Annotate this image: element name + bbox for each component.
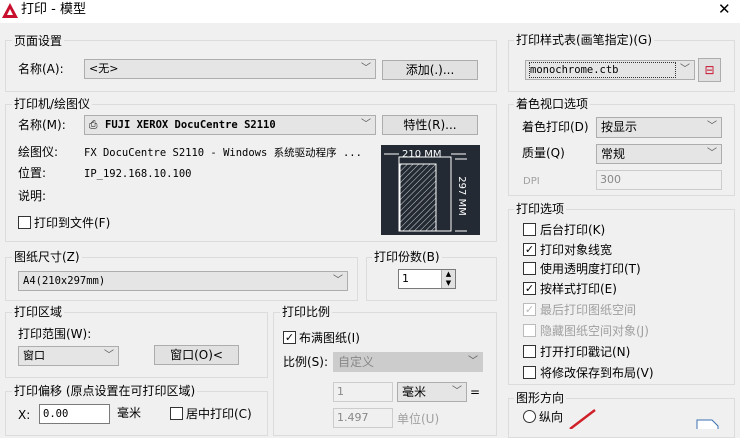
print-to-file-label: 打印到文件(F) — [34, 216, 111, 230]
scale-value2-input[interactable]: 1.497 — [333, 408, 393, 428]
plot-option-label: 后台打印(K) — [540, 223, 606, 237]
page-setup-name-label: 名称(A): — [18, 62, 64, 76]
plot-option-label: 按样式打印(E) — [540, 282, 617, 296]
window-button[interactable]: 窗口(O)< — [154, 345, 239, 365]
properties-button[interactable]: 特性(R)... — [382, 115, 478, 135]
plot-area-title: 打印区域 — [12, 305, 65, 319]
plot-range-label: 打印范围(W): — [18, 327, 92, 341]
plot-option-label: 使用透明度打印(T) — [540, 262, 641, 276]
dpi-input[interactable]: 300 — [596, 170, 722, 190]
plot-range-select[interactable]: 窗口 ﹀ — [18, 346, 119, 366]
quality-select[interactable]: 常规 ﹀ — [596, 144, 722, 164]
preview-width: 210 MM — [402, 149, 442, 160]
window-title: 打印 - 模型 — [21, 2, 86, 17]
shaded-viewport-title: 着色视口选项 — [514, 97, 591, 111]
plot-options-title: 打印选项 — [514, 202, 567, 216]
plot-option-label: 打印对象线宽 — [540, 243, 613, 257]
scale-label: 比例(S): — [283, 355, 329, 369]
plot-option-checkbox[interactable] — [523, 324, 536, 337]
fit-to-paper-label: 布满图纸(I) — [299, 331, 360, 345]
plot-option-checkbox[interactable]: ✓ — [523, 282, 536, 295]
shade-plot-label: 着色打印(D) — [522, 120, 589, 134]
paper-preview: 210 MM 297 MM — [381, 145, 480, 235]
scale-unit-select[interactable]: 毫米 ﹀ — [397, 382, 467, 402]
red-annotation-arrow — [569, 409, 596, 429]
orientation-title: 图形方向 — [514, 391, 567, 405]
plot-style-editor-icon: ⊟ — [704, 63, 715, 77]
plotter-value: FX DocuCentre S2110 - Windows 系统驱动程序 ... — [84, 147, 362, 159]
plot-option-checkbox[interactable] — [523, 345, 536, 358]
plot-offset-title: 打印偏移 (原点设置在可打印区域) — [12, 384, 198, 398]
units-label: 单位(U) — [397, 412, 440, 426]
page-setup-title: 页面设置 — [12, 34, 65, 48]
style-table-select[interactable]: monochrome.ctb ﹀ — [525, 60, 695, 80]
quality-label: 质量(Q) — [522, 146, 565, 160]
printer-name-select[interactable]: ⎙ FUJI XEROX DocuCentre S2110 ﹀ — [84, 115, 376, 135]
plot-option-label: 隐藏图纸空间对象(J) — [540, 324, 649, 338]
paper-size-select[interactable]: A4(210x297mm) ﹀ — [18, 271, 348, 291]
scale-select[interactable]: 自定义 ﹀ — [333, 352, 483, 372]
printer-name-label: 名称(M): — [18, 118, 66, 132]
x-offset-label: X: — [18, 408, 31, 422]
portrait-radio[interactable] — [523, 410, 536, 423]
printer-title: 打印机/绘图仪 — [12, 97, 93, 111]
plot-option-label: 将修改保存到布局(V) — [540, 366, 654, 380]
paper-size-title: 图纸尺寸(Z) — [12, 250, 82, 264]
style-table-title: 打印样式表(画笔指定)(G) — [514, 33, 655, 47]
center-plot-label: 居中打印(C) — [186, 407, 252, 421]
copies-spinner[interactable]: ▲ ▼ — [441, 270, 455, 288]
description-label: 说明: — [18, 189, 47, 203]
location-value: IP_192.168.10.100 — [84, 168, 192, 180]
printer-icon: ⎙ — [89, 119, 98, 131]
close-icon[interactable]: ✕ — [718, 2, 731, 17]
title-bar: 打印 - 模型 ✕ — [0, 0, 740, 23]
plot-option-checkbox[interactable] — [523, 366, 536, 379]
plot-scale-title: 打印比例 — [280, 305, 333, 319]
x-offset-input[interactable]: 0.00 — [39, 404, 110, 424]
autocad-logo-icon — [2, 3, 18, 18]
preview-height: 297 MM — [455, 176, 467, 216]
portrait-label: 纵向 — [539, 410, 564, 424]
print-to-file-checkbox[interactable] — [18, 216, 31, 229]
page-setup-name-select[interactable]: <无> ﹀ — [84, 59, 376, 79]
shade-plot-select[interactable]: 按显示 ﹀ — [596, 117, 722, 138]
plot-option-label: 打开打印戳记(N) — [540, 345, 631, 359]
fit-to-paper-checkbox[interactable]: ✓ — [283, 331, 296, 344]
plot-option-checkbox[interactable]: ✓ — [523, 303, 536, 316]
plot-option-checkbox[interactable] — [523, 262, 536, 275]
edit-style-table-button[interactable]: ⊟ — [698, 58, 721, 82]
plot-option-checkbox[interactable] — [523, 223, 536, 236]
add-button[interactable]: 添加(.)... — [382, 60, 478, 80]
center-plot-checkbox[interactable] — [170, 407, 183, 420]
dpi-label: DPI — [523, 176, 540, 187]
scale-value1-input[interactable]: 1 — [333, 382, 393, 402]
plotter-label: 绘图仪: — [18, 145, 59, 159]
location-label: 位置: — [18, 166, 47, 180]
plot-option-checkbox[interactable]: ✓ — [523, 243, 536, 256]
x-offset-unit: 毫米 — [117, 406, 142, 420]
copies-title: 打印份数(B) — [372, 250, 442, 264]
plot-option-label: 最后打印图纸空间 — [540, 303, 637, 317]
orientation-page-icon — [696, 419, 719, 429]
equals-sign: = — [470, 385, 481, 399]
